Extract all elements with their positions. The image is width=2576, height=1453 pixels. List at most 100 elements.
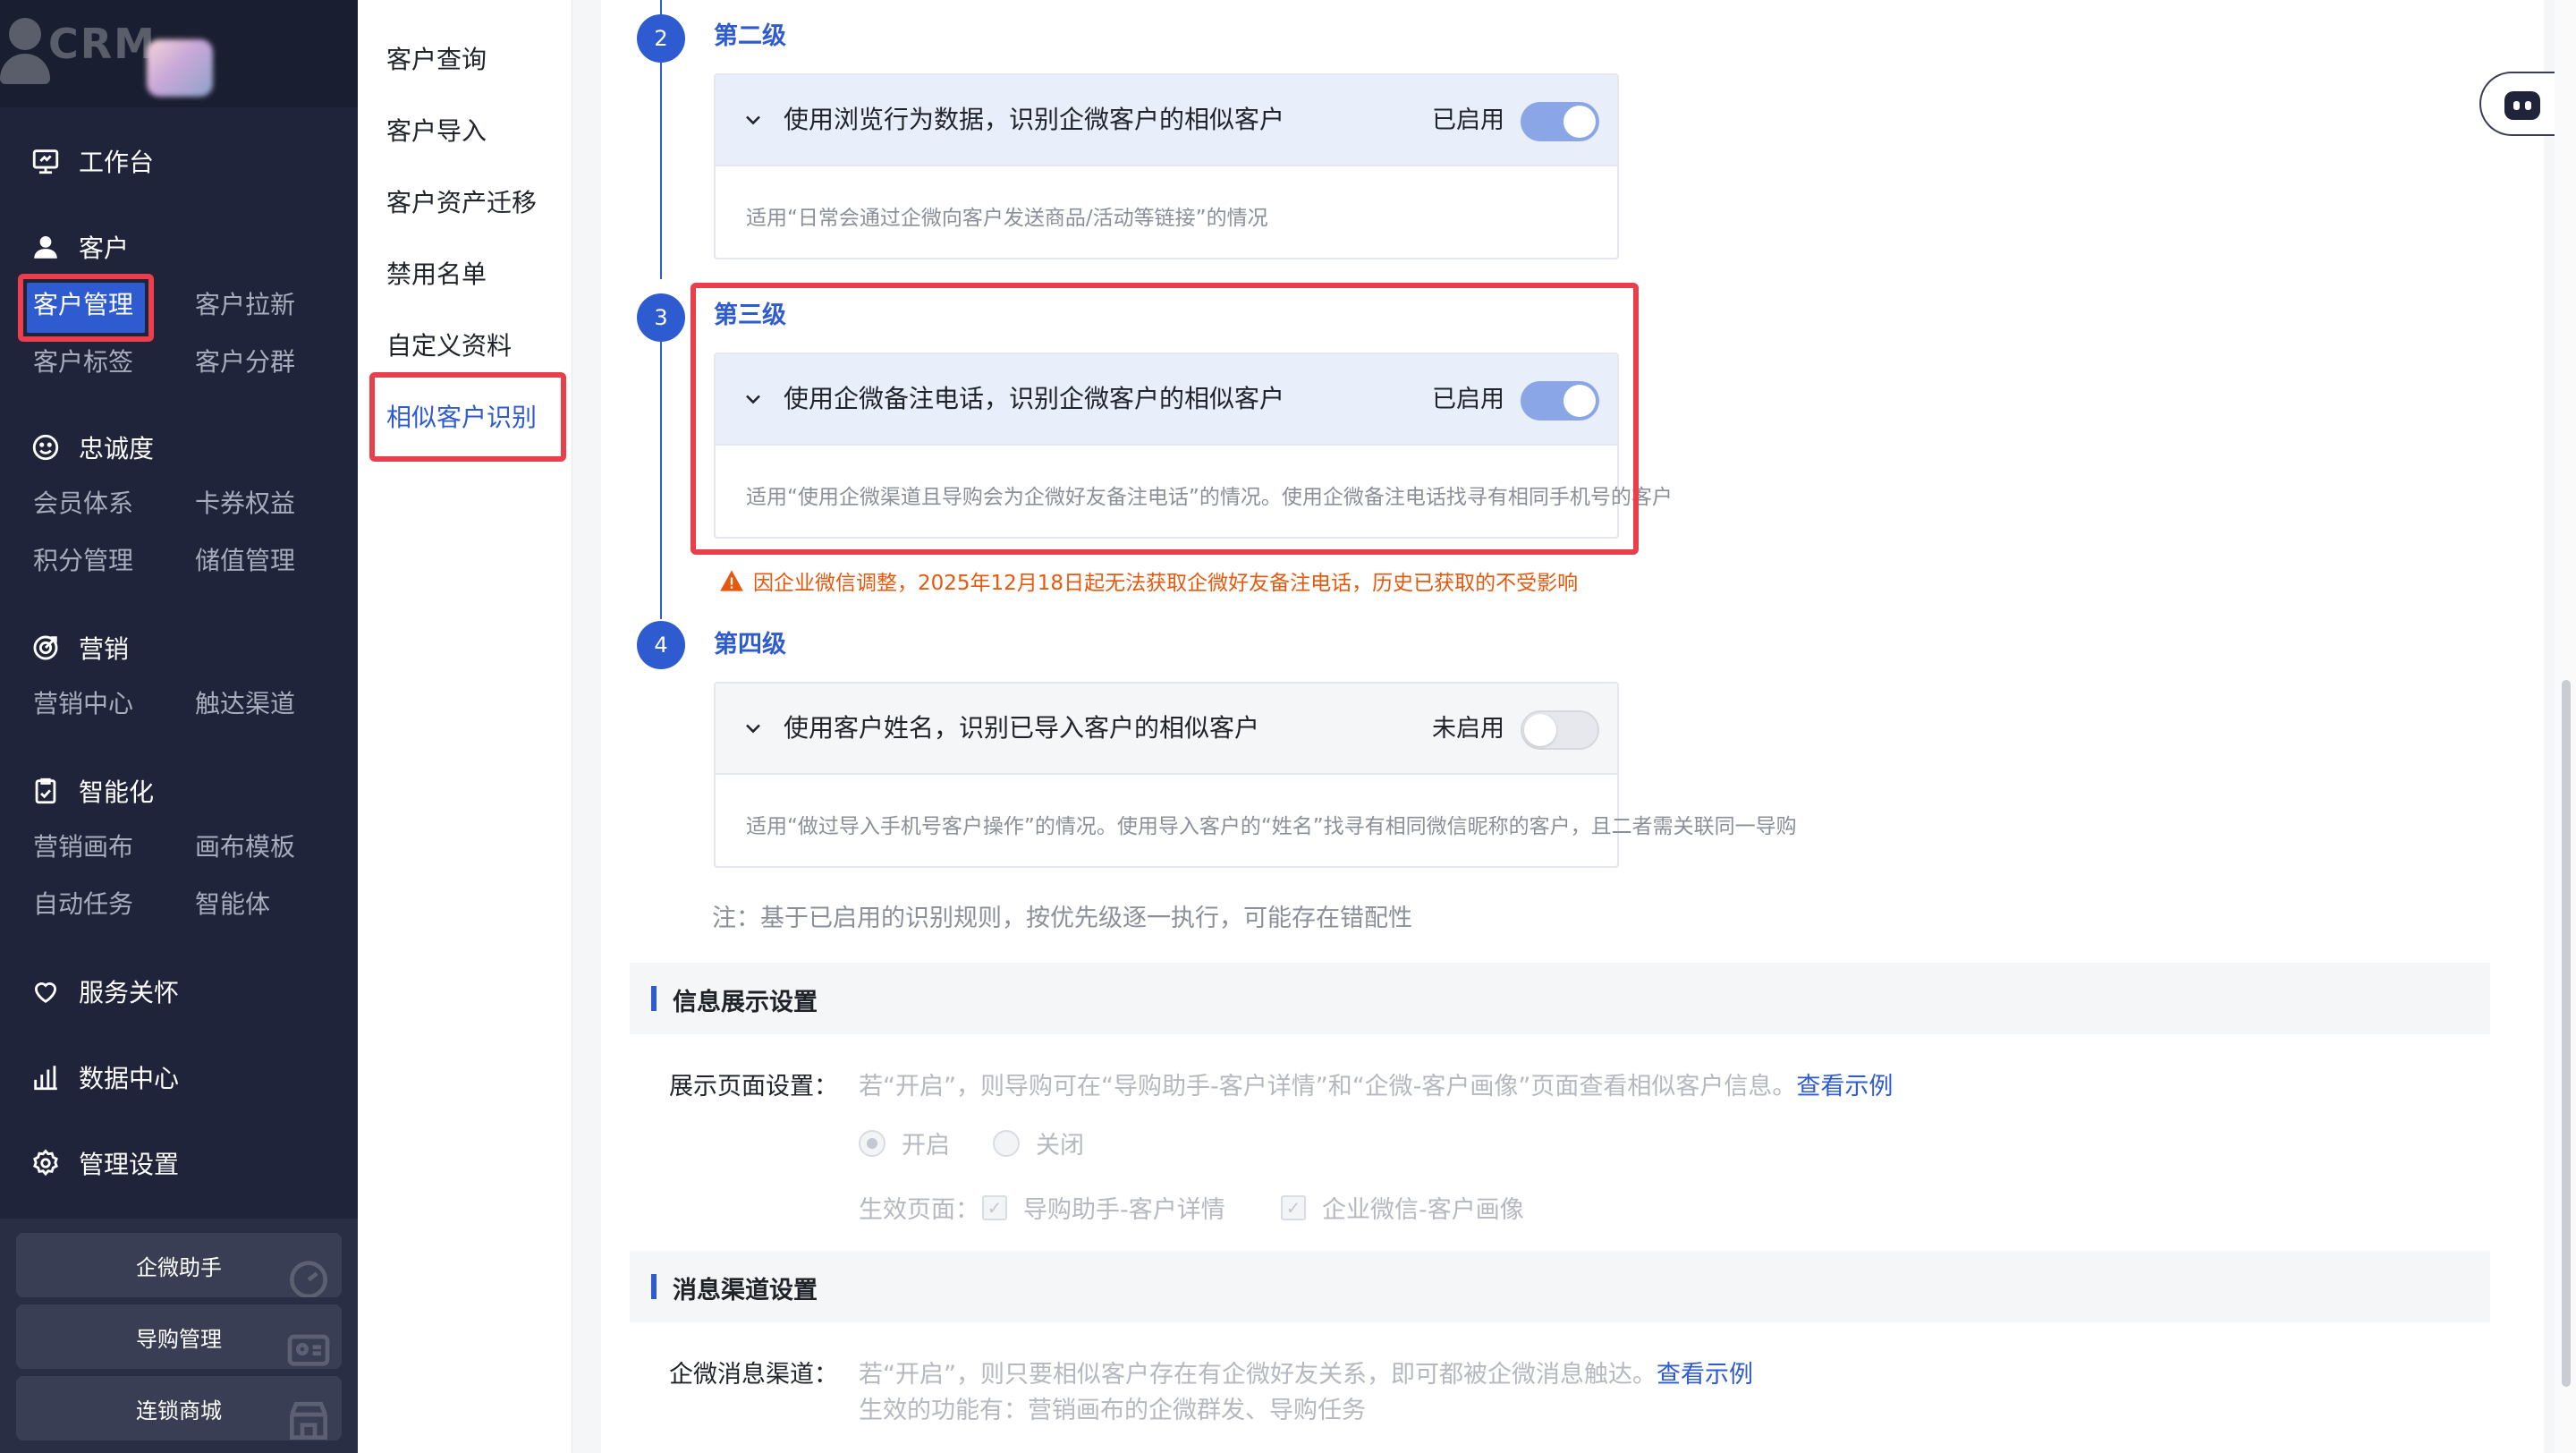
timeline-line — [660, 63, 662, 279]
rule-card: 使用浏览行为数据，识别企微客户的相似客户 已启用 适用“日常会通过企微向客户发送… — [714, 73, 1619, 259]
nav-customer-label: 客户 — [79, 234, 130, 263]
nav-settings[interactable]: 管理设置 — [30, 1140, 179, 1186]
rule-status: 未启用 — [1432, 715, 1504, 743]
chevron-down-icon[interactable] — [741, 716, 766, 741]
warning-message: 因企业微信调整，2025年12月18日起无法获取企微好友备注电话，历史已获取的不… — [719, 565, 1578, 596]
nav-service-care[interactable]: 服务关怀 — [30, 968, 179, 1015]
timeline-line — [660, 342, 662, 619]
nav-marketing-canvas[interactable]: 营销画布 — [33, 825, 133, 870]
dashboard-icon — [290, 1261, 327, 1297]
wecom-channel-help-text: 若“开启”，则只要相似客户存在有企微好友关系，即可都被企微消息触达。 — [859, 1361, 1657, 1389]
sidebar: CRM 工作台 客户 客户管理 客户拉新 客户标签 客户分群 忠诚度 会员体系 … — [0, 0, 358, 1453]
nav-touch-channels[interactable]: 触达渠道 — [195, 682, 295, 726]
submenu-custom-fields[interactable]: 自定义资料 — [386, 324, 512, 369]
nav-customer-segments[interactable]: 客户分群 — [195, 340, 295, 385]
submenu-blocklist[interactable]: 禁用名单 — [386, 252, 487, 297]
chain-mall-label: 连锁商城 — [136, 1398, 222, 1423]
rule-description: 适用“做过导入手机号客户操作”的情况。使用导入客户的“姓名”找寻有相同微信昵称的… — [746, 815, 1797, 838]
highlight-box-level3 — [691, 283, 1639, 555]
highlight-box-customer-management — [18, 274, 154, 342]
wecom-assistant-button[interactable]: 企微助手 — [16, 1233, 342, 1297]
timeline-line — [660, 0, 662, 14]
rule-header[interactable]: 使用浏览行为数据，识别企微客户的相似客户 已启用 — [716, 75, 1617, 166]
nav-membership[interactable]: 会员体系 — [33, 481, 133, 526]
nav-data-center[interactable]: 数据中心 — [30, 1054, 179, 1100]
step-badge: 2 — [637, 14, 685, 63]
nav-data-center-label: 数据中心 — [79, 1064, 180, 1093]
gear-icon — [33, 1149, 58, 1177]
checkbox-wecom-portrait-label: 企业微信-客户画像 — [1322, 1196, 1524, 1224]
submenu-asset-migration[interactable]: 客户资产迁移 — [386, 181, 537, 225]
nav-stored-value[interactable]: 储值管理 — [195, 539, 295, 583]
wecom-channel-help: 若“开启”，则只要相似客户存在有企微好友关系，即可都被企微消息触达。查看示例 — [859, 1355, 1753, 1389]
nav-agent[interactable]: 智能体 — [195, 882, 270, 927]
nav-settings-label: 管理设置 — [79, 1150, 180, 1179]
highlight-box-similar-customers — [369, 372, 566, 462]
target-icon — [33, 635, 58, 660]
workbench-icon — [32, 149, 59, 174]
level-title: 第二级 — [714, 22, 786, 50]
submenu-customer-query[interactable]: 客户查询 — [386, 38, 487, 82]
priority-note: 注：基于已启用的识别规则，按优先级逐一执行，可能存在错配性 — [712, 905, 1412, 932]
rule-description: 适用“日常会通过企微向客户发送商品/活动等链接”的情况 — [746, 207, 1268, 230]
user-avatar[interactable] — [147, 39, 213, 97]
scrollbar[interactable] — [2555, 0, 2576, 1453]
submenu-customer-import[interactable]: 客户导入 — [386, 109, 487, 154]
rule-header[interactable]: 使用客户姓名，识别已导入客户的相似客户 未启用 — [716, 684, 1617, 775]
radio-on[interactable]: 开启 — [859, 1126, 950, 1160]
nav-marketing-center[interactable]: 营销中心 — [33, 682, 133, 726]
id-card-icon — [287, 1334, 330, 1366]
logo-text: CRM — [48, 20, 157, 68]
submenu: 客户查询 客户导入 客户资产迁移 禁用名单 自定义资料 相似客户识别 — [358, 0, 572, 1453]
nav-workbench[interactable]: 工作台 — [30, 138, 154, 184]
checkbox-wecom-portrait[interactable]: ✓ 企业微信-客户画像 — [1281, 1190, 1524, 1225]
rule-toggle[interactable] — [1521, 710, 1599, 750]
nav-customer-acquisition[interactable]: 客户拉新 — [195, 283, 295, 327]
nav-service-care-label: 服务关怀 — [79, 978, 180, 1007]
logo: CRM — [0, 0, 358, 107]
checkbox-guide-detail-label: 导购助手-客户详情 — [1023, 1196, 1225, 1224]
radio-on-label: 开启 — [902, 1132, 950, 1160]
crm-watermark: CRM — [0, 11, 161, 91]
rule-card: 使用客户姓名，识别已导入客户的相似客户 未启用 适用“做过导入手机号客户操作”的… — [714, 682, 1797, 868]
heart-icon — [34, 982, 57, 1003]
chain-mall-button[interactable]: 连锁商城 — [16, 1376, 342, 1440]
nav-customer-tags[interactable]: 客户标签 — [33, 340, 133, 385]
step-badge: 3 — [637, 293, 685, 342]
level-title: 第四级 — [714, 631, 786, 659]
nav-points[interactable]: 积分管理 — [33, 539, 133, 583]
shopping-guide-button[interactable]: 导购管理 — [16, 1304, 342, 1369]
store-icon — [290, 1402, 327, 1440]
nav-marketing[interactable]: 营销 — [30, 625, 129, 671]
nav-auto-tasks[interactable]: 自动任务 — [33, 882, 133, 927]
view-example-link[interactable]: 查看示例 — [1796, 1073, 1893, 1100]
rule-title: 使用浏览行为数据，识别企微客户的相似客户 — [784, 105, 1285, 134]
nav-loyalty[interactable]: 忠诚度 — [30, 424, 154, 471]
view-example-link[interactable]: 查看示例 — [1657, 1361, 1753, 1389]
scrollbar-thumb[interactable] — [2562, 680, 2571, 1387]
effective-pages-label: 生效页面： — [859, 1196, 979, 1224]
radio-off[interactable]: 关闭 — [993, 1126, 1084, 1160]
nav-customer[interactable]: 客户 — [30, 224, 129, 270]
display-page-help: 若“开启”，则导购可在“导购助手-客户详情”和“企微-客户画像”页面查看相似客户… — [859, 1066, 1893, 1101]
chevron-down-icon[interactable] — [741, 107, 766, 132]
nav-loyalty-label: 忠诚度 — [79, 434, 155, 463]
warning-icon — [720, 570, 743, 591]
shopping-guide-label: 导购管理 — [136, 1326, 222, 1352]
nav-canvas-templates[interactable]: 画布模板 — [195, 825, 295, 870]
section-title: 消息渠道设置 — [673, 1277, 818, 1304]
bar-chart-icon — [34, 1066, 57, 1091]
section-channel-settings: 消息渠道设置 — [630, 1251, 2490, 1322]
checkbox-guide-detail[interactable]: ✓ 导购助手-客户详情 — [982, 1190, 1225, 1225]
section-title: 信息展示设置 — [673, 989, 818, 1016]
nav-workbench-label: 工作台 — [79, 148, 155, 177]
wecom-assistant-label: 企微助手 — [136, 1254, 222, 1280]
rule-status: 已启用 — [1432, 106, 1504, 134]
rule-toggle[interactable] — [1521, 102, 1599, 141]
rule-title: 使用客户姓名，识别已导入客户的相似客户 — [784, 713, 1260, 743]
nav-marketing-label: 营销 — [79, 634, 130, 664]
nav-coupons[interactable]: 卡券权益 — [195, 481, 295, 526]
user-icon — [34, 235, 57, 259]
nav-intelligence-label: 智能化 — [79, 777, 155, 807]
nav-intelligence[interactable]: 智能化 — [30, 768, 154, 814]
